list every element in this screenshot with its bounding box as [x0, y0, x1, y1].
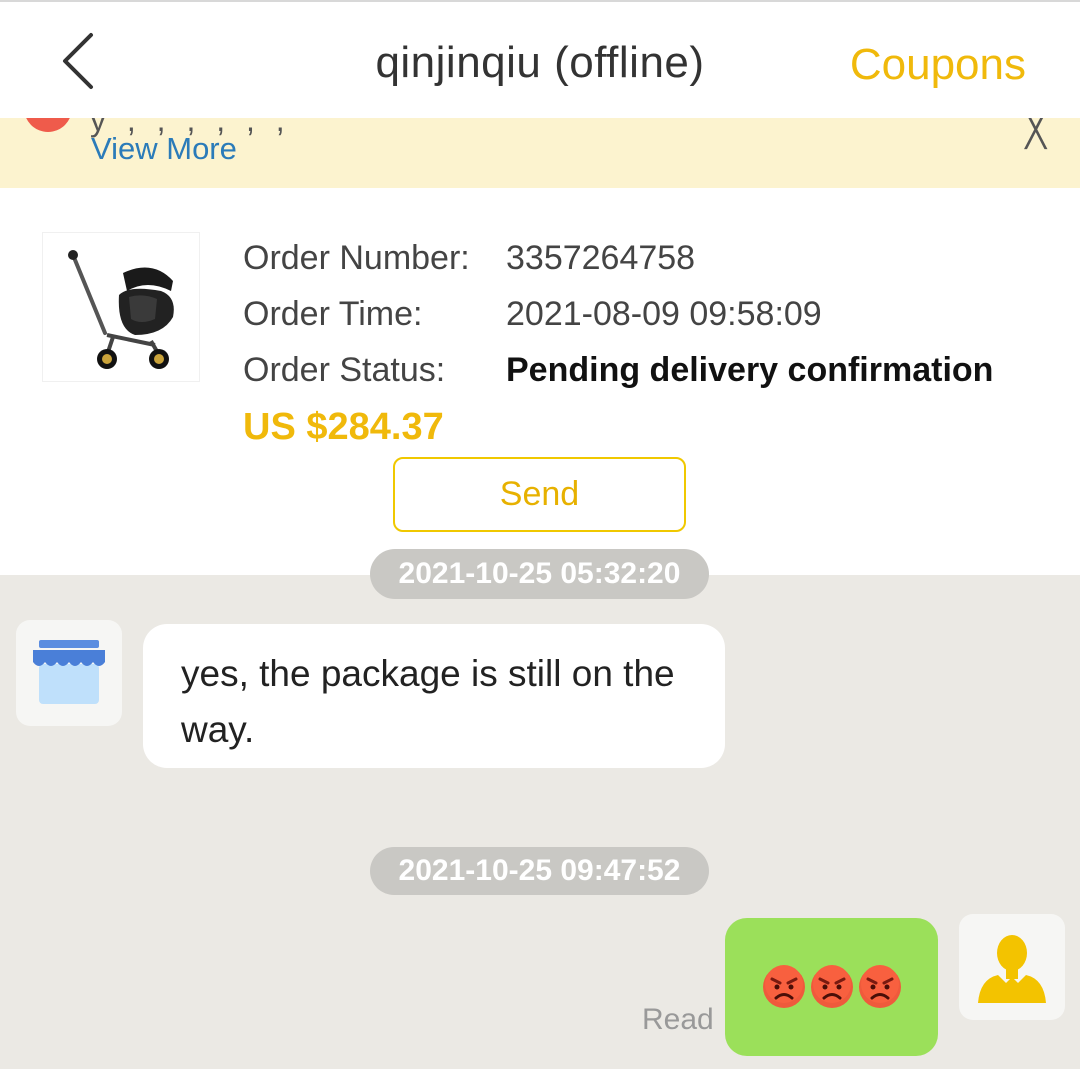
close-icon[interactable]: ╳ — [1026, 118, 1046, 150]
timestamp-text: 2021-10-25 05:32:20 — [398, 557, 681, 590]
angry-face-icon — [810, 965, 853, 1008]
order-number-row: Order Number: 3357264758 — [243, 239, 695, 278]
stroller-icon — [68, 250, 174, 369]
send-order-button[interactable]: Send — [393, 457, 686, 532]
user-icon — [978, 935, 1046, 1003]
store-avatar[interactable] — [16, 620, 122, 726]
alert-icon — [24, 118, 72, 132]
order-status-label: Order Status: — [243, 351, 446, 389]
order-time-label: Order Time: — [243, 295, 423, 333]
read-status: Read — [642, 1003, 714, 1036]
product-image[interactable] — [42, 232, 200, 382]
message-bubble-store[interactable]: yes, the package is still on the way. — [143, 624, 725, 768]
angry-face-icon — [762, 965, 805, 1008]
coupons-link[interactable]: Coupons — [850, 40, 1026, 90]
message-text: yes, the package is still on the way. — [181, 653, 675, 750]
chat-header: qinjinqiu (offline) Coupons — [0, 0, 1080, 118]
order-card: Order Number: 3357264758 Order Time: 2021-… — [0, 188, 1080, 575]
timestamp-badge: 2021-10-25 09:47:52 — [370, 847, 709, 895]
user-avatar[interactable] — [959, 914, 1065, 1020]
order-time-value: 2021-08-09 09:58:09 — [506, 295, 822, 333]
view-more-link[interactable]: View More — [91, 131, 237, 167]
order-number-label: Order Number: — [243, 239, 470, 277]
timestamp-badge: 2021-10-25 05:32:20 — [370, 549, 709, 599]
store-icon — [33, 640, 105, 704]
notice-banner: y , , , , , , ╳ View More — [0, 118, 1080, 188]
order-status-row: Order Status: Pending delivery confirmati… — [243, 351, 993, 390]
message-bubble-mine[interactable] — [725, 918, 938, 1056]
order-price: US $284.37 — [243, 406, 444, 448]
order-time-row: Order Time: 2021-08-09 09:58:09 — [243, 295, 822, 334]
order-status-value: Pending delivery confirmation — [506, 351, 994, 389]
angry-face-icon — [858, 965, 901, 1008]
order-number-value: 3357264758 — [506, 239, 696, 277]
